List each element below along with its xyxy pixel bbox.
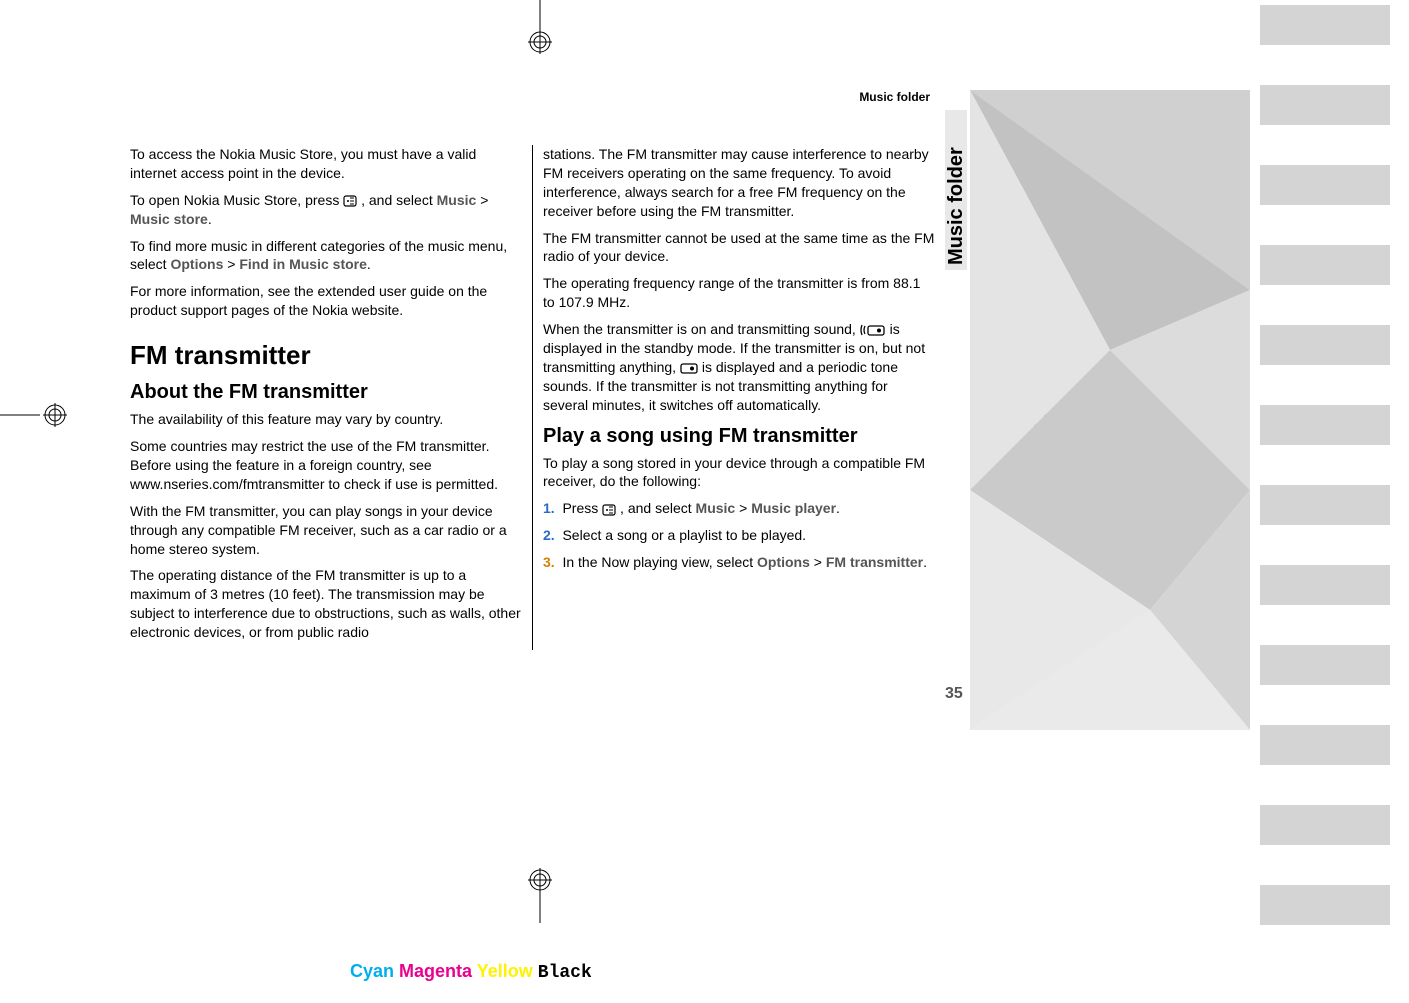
list-item: 1. Press , and select Music > Music play…: [543, 499, 935, 518]
text: >: [739, 500, 751, 516]
thumb-tab: [1260, 245, 1390, 285]
text: Press: [562, 500, 602, 516]
cyan-label: Cyan: [350, 961, 394, 981]
menu-path: Find in Music store: [239, 256, 367, 272]
list-number: 1.: [543, 500, 555, 516]
text: Select a song or a playlist to be played…: [562, 527, 806, 543]
text: .: [367, 256, 371, 272]
body-text: The operating distance of the FM transmi…: [130, 566, 522, 642]
body-text: To open Nokia Music Store, press , and s…: [130, 191, 522, 229]
menu-path: Music: [437, 192, 477, 208]
text: In the Now playing view, select: [562, 554, 757, 570]
list-number: 2.: [543, 527, 555, 543]
thumb-tab: [1260, 885, 1390, 925]
body-text: With the FM transmitter, you can play so…: [130, 502, 522, 559]
body-text: To find more music in different categori…: [130, 237, 522, 275]
body-text: The availability of this feature may var…: [130, 410, 522, 429]
menu-key-icon: [343, 195, 357, 207]
crop-mark-left: [0, 395, 70, 435]
magenta-label: Magenta: [399, 961, 472, 981]
menu-path: Music player: [751, 500, 836, 516]
thumb-tab: [1260, 565, 1390, 605]
thumb-tabs: [1260, 5, 1390, 965]
thumb-tab: [1260, 725, 1390, 765]
yellow-label: Yellow: [477, 961, 533, 981]
body-text: The operating frequency range of the tra…: [543, 274, 935, 312]
transmitter-on-icon: [680, 361, 698, 375]
text: >: [814, 554, 826, 570]
page-header: Music folder: [130, 90, 930, 104]
sidebar-label: Music folder: [945, 147, 968, 265]
body-text: To access the Nokia Music Store, you mus…: [130, 145, 522, 183]
text: , and select: [620, 500, 696, 516]
text: To open Nokia Music Store, press: [130, 192, 343, 208]
menu-path: Options: [170, 256, 223, 272]
text: >: [480, 192, 488, 208]
thumb-tab: [1260, 405, 1390, 445]
thumb-tab: [1260, 85, 1390, 125]
text: .: [923, 554, 927, 570]
list-item: 2. Select a song or a playlist to be pla…: [543, 526, 935, 545]
text: When the transmitter is on and transmitt…: [543, 321, 860, 337]
cmyk-bar: Cyan Magenta Yellow Black: [350, 961, 592, 983]
text: .: [836, 500, 840, 516]
decorative-triangles: [970, 90, 1250, 730]
right-column: stations. The FM transmitter may cause i…: [533, 145, 935, 650]
body-text: Some countries may restrict the use of t…: [130, 437, 522, 494]
body-text: stations. The FM transmitter may cause i…: [543, 145, 935, 221]
body-text: To play a song stored in your device thr…: [543, 454, 935, 492]
transmitting-icon: [860, 323, 886, 337]
thumb-tab: [1260, 645, 1390, 685]
body-text: For more information, see the extended u…: [130, 282, 522, 320]
list-number: 3.: [543, 554, 555, 570]
text: >: [227, 256, 239, 272]
crop-mark-top: [520, 0, 560, 55]
subsection-heading: Play a song using FM transmitter: [543, 423, 935, 450]
menu-path: Options: [757, 554, 810, 570]
body-text: The FM transmitter cannot be used at the…: [543, 229, 935, 267]
section-heading: FM transmitter: [130, 338, 522, 373]
menu-key-icon: [602, 504, 616, 516]
crop-mark-bottom: [520, 868, 560, 923]
text: .: [208, 211, 212, 227]
numbered-list: 1. Press , and select Music > Music play…: [543, 499, 935, 572]
menu-path: FM transmitter: [826, 554, 923, 570]
menu-path: Music: [696, 500, 736, 516]
thumb-tab: [1260, 325, 1390, 365]
page-number: 35: [945, 685, 963, 703]
content-columns: To access the Nokia Music Store, you mus…: [130, 145, 935, 650]
subsection-heading: About the FM transmitter: [130, 379, 522, 406]
thumb-tab: [1260, 805, 1390, 845]
body-text: When the transmitter is on and transmitt…: [543, 320, 935, 414]
black-label: Black: [538, 963, 592, 983]
list-item: 3. In the Now playing view, select Optio…: [543, 553, 935, 572]
left-column: To access the Nokia Music Store, you mus…: [130, 145, 533, 650]
thumb-tab: [1260, 5, 1390, 45]
page: Music folder To access the Nokia Music S…: [0, 0, 1409, 1003]
thumb-tab: [1260, 165, 1390, 205]
menu-path: Music store: [130, 211, 208, 227]
text: , and select: [361, 192, 437, 208]
thumb-tab: [1260, 485, 1390, 525]
